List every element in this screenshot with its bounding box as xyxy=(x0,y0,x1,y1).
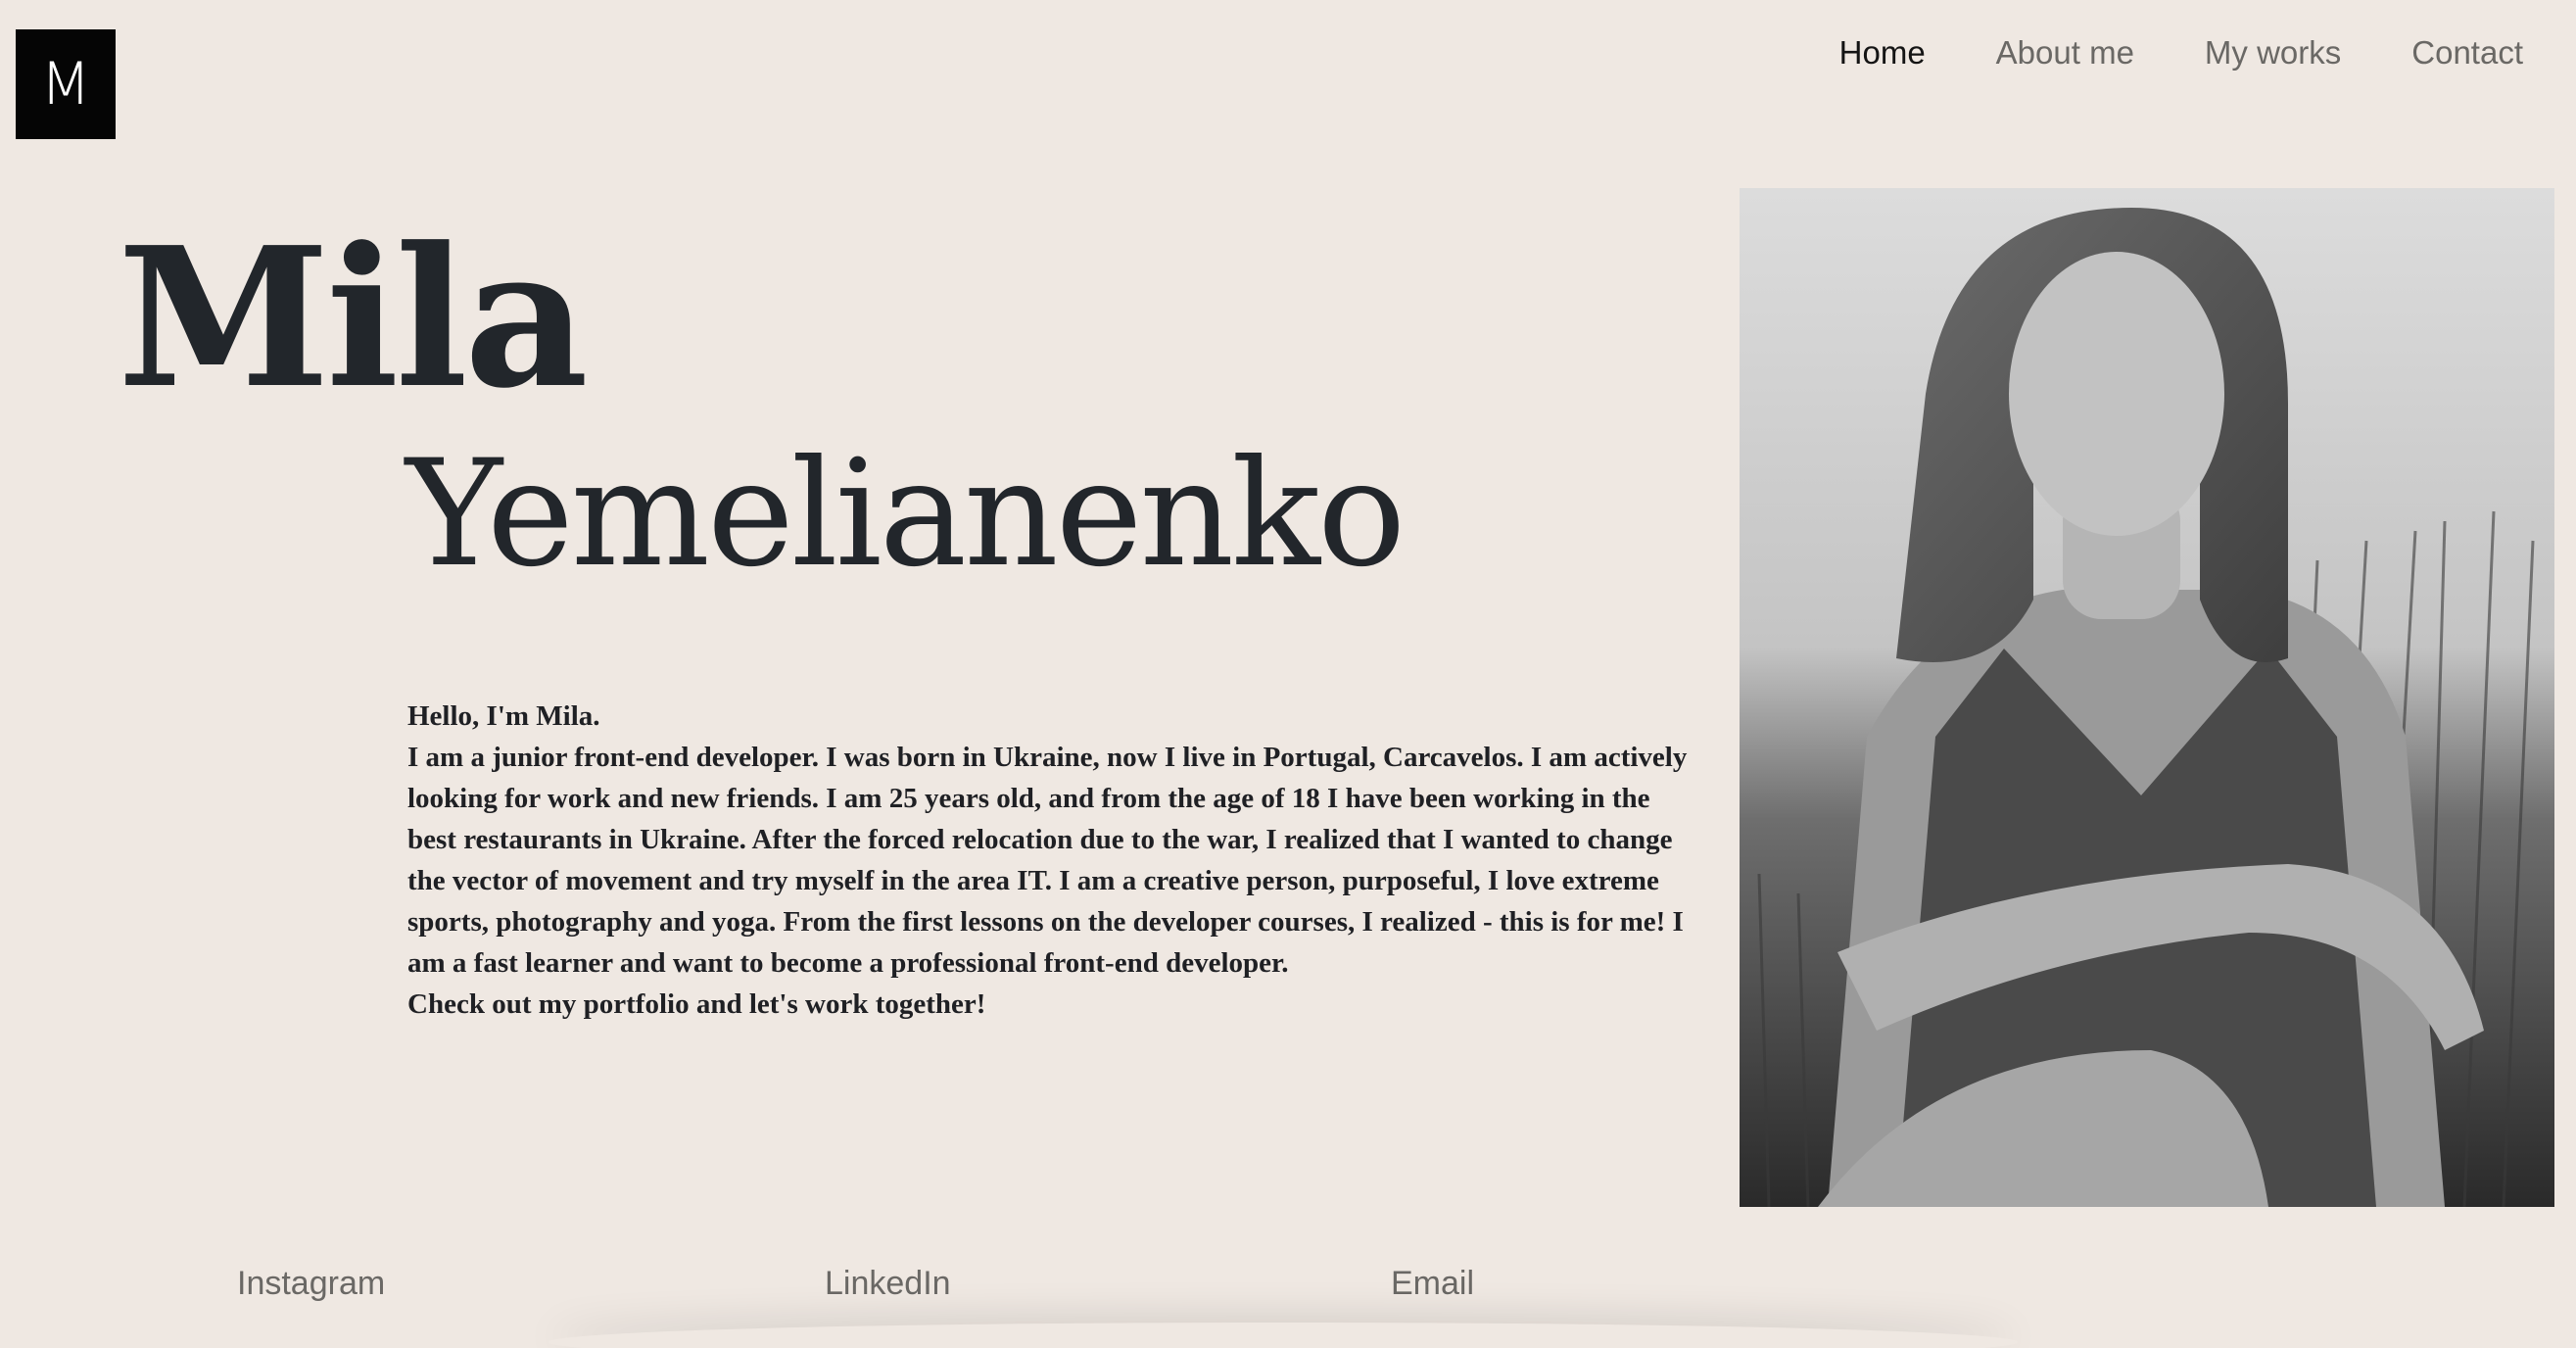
footer-shadow xyxy=(549,1323,2018,1348)
main-nav: Home About me My works Contact xyxy=(1839,29,2523,76)
bio-text: Hello, I'm Mila. I am a junior front-end… xyxy=(407,696,1702,1025)
linkedin-link[interactable]: LinkedIn xyxy=(825,1262,951,1305)
bio-greeting: Hello, I'm Mila. xyxy=(407,700,600,732)
nav-about-me[interactable]: About me xyxy=(1996,29,2134,76)
page: M Home About me My works Contact Mila Ye… xyxy=(0,0,2576,1348)
bio-cta: Check out my portfolio and let's work to… xyxy=(407,988,986,1020)
portrait-photo xyxy=(1740,188,2554,1207)
nav-my-works[interactable]: My works xyxy=(2205,29,2341,76)
email-link[interactable]: Email xyxy=(1391,1262,1474,1305)
site-logo[interactable]: M xyxy=(16,29,116,139)
nav-home[interactable]: Home xyxy=(1839,29,1926,76)
bio-paragraph: I am a junior front-end developer. I was… xyxy=(407,742,1688,979)
hero-last-name: Yemelianenko xyxy=(405,429,1406,600)
hero-first-name: Mila xyxy=(118,206,589,431)
instagram-link[interactable]: Instagram xyxy=(237,1262,385,1305)
nav-contact[interactable]: Contact xyxy=(2411,29,2523,76)
